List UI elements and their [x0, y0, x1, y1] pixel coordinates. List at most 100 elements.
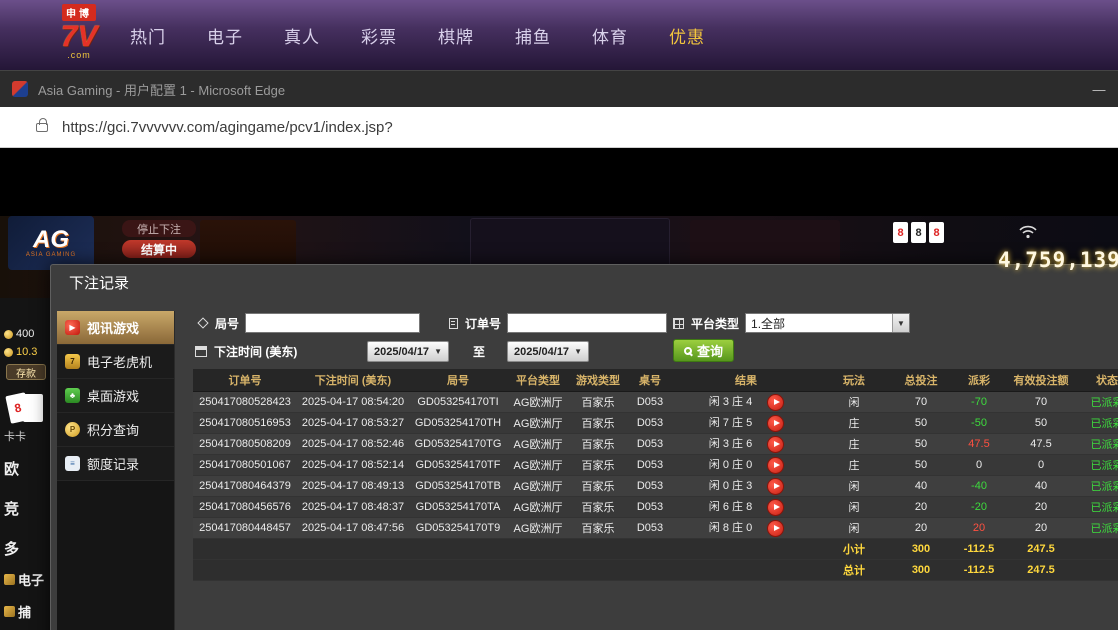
nav-item-lottery[interactable]: 彩票 — [361, 23, 397, 48]
lobby-tab-duo[interactable]: 多 — [4, 538, 19, 559]
nav-item-cards[interactable]: 棋牌 — [438, 23, 474, 48]
nav-item-promos[interactable]: 优惠 — [669, 23, 705, 48]
subtotal-payout: -112.5 — [953, 538, 1005, 559]
round-input[interactable] — [245, 313, 420, 333]
logo-top-text: 申博 — [62, 4, 96, 21]
cell-valid: 50 — [1005, 412, 1077, 433]
table-games-icon: ♣ — [65, 388, 80, 403]
search-icon — [684, 347, 692, 355]
table-row: 2504170805169532025-04-17 08:53:27GD0532… — [193, 412, 1118, 433]
order-input[interactable] — [507, 313, 667, 333]
table-row: 2504170805082092025-04-17 08:52:46GD0532… — [193, 433, 1118, 454]
replay-button[interactable] — [768, 458, 783, 473]
replay-button[interactable] — [768, 395, 783, 410]
cell-payout: -20 — [953, 496, 1005, 517]
replay-button[interactable] — [768, 521, 783, 536]
date-from-picker[interactable]: 2025/04/17 ▼ — [367, 341, 449, 362]
sidebar-item-slot-machines[interactable]: 7 电子老虎机 — [57, 345, 174, 379]
col-round: 局号 — [409, 369, 507, 391]
cell-time: 2025-04-17 08:54:20 — [297, 391, 409, 412]
cell-status: 已派彩 — [1077, 517, 1118, 538]
playing-card: 8 — [929, 222, 944, 243]
playing-card: 8 — [911, 222, 926, 243]
cell-game: 百家乐 — [569, 391, 627, 412]
cell-bet: 50 — [889, 412, 953, 433]
cell-game: 百家乐 — [569, 412, 627, 433]
query-button-wrapper: 查询 — [673, 339, 734, 362]
table-row: 2504170804484572025-04-17 08:47:56GD0532… — [193, 517, 1118, 538]
cell-result: 闲 8 庄 0 — [673, 517, 819, 538]
deposit-button[interactable]: 存款 — [6, 364, 46, 380]
replay-button[interactable] — [768, 437, 783, 452]
lobby-tab-fishing[interactable]: 捕 — [4, 602, 31, 621]
main-nav: 热门 电子 真人 彩票 棋牌 捕鱼 体育 优惠 — [130, 0, 705, 70]
date-from-wrapper: 2025/04/17 ▼ — [367, 341, 449, 362]
stop-betting-label: 停止下注 — [122, 220, 196, 237]
time-label: 下注时间 (美东) — [214, 343, 297, 360]
col-game: 游戏类型 — [569, 369, 627, 391]
cell-game: 百家乐 — [569, 517, 627, 538]
lobby-tab-slots[interactable]: 电子 — [4, 570, 44, 589]
sidebar-item-label: 电子老虎机 — [87, 352, 152, 371]
cell-status: 已派彩 — [1077, 454, 1118, 475]
site-logo[interactable]: 申博 7V .com — [42, 4, 116, 60]
ag-logo-subtext: ASIA GAMING — [26, 252, 76, 258]
sidebar-item-label: 额度记录 — [87, 454, 139, 473]
total-valid-bet: 247.5 — [1005, 559, 1077, 580]
cell-payout: 47.5 — [953, 433, 1005, 454]
nav-item-hot[interactable]: 热门 — [130, 23, 166, 48]
date-from-value: 2025/04/17 — [374, 346, 429, 358]
platform-select[interactable]: 1.全部 ▼ — [745, 313, 910, 333]
cell-table_no: D053 — [627, 496, 673, 517]
address-bar[interactable]: https://gci.7vvvvvv.com/agingame/pcv1/in… — [0, 107, 1118, 148]
lobby-tab-europe[interactable]: 欧 — [4, 458, 19, 479]
nav-item-sports[interactable]: 体育 — [592, 23, 628, 48]
replay-button[interactable] — [768, 500, 783, 515]
lobby-tab-jing[interactable]: 竞 — [4, 498, 19, 519]
cell-platform: AG欧洲厅 — [507, 391, 569, 412]
cell-order: 250417080448457 — [193, 517, 297, 538]
nav-item-fishing[interactable]: 捕鱼 — [515, 23, 551, 48]
minimize-button[interactable]: — — [1084, 71, 1114, 107]
cell-valid: 20 — [1005, 496, 1077, 517]
cell-platform: AG欧洲厅 — [507, 517, 569, 538]
subtotal-spacer — [193, 538, 819, 559]
nav-item-slots[interactable]: 电子 — [207, 23, 243, 48]
total-row: 总计 300 -112.5 247.5 — [193, 559, 1118, 580]
fishing-icon — [4, 606, 15, 617]
cell-valid: 20 — [1005, 517, 1077, 538]
replay-button[interactable] — [768, 416, 783, 431]
cell-play: 庄 — [819, 433, 889, 454]
round-filter: 局号 — [199, 313, 420, 333]
url-text[interactable]: https://gci.7vvvvvv.com/agingame/pcv1/in… — [62, 119, 393, 136]
table-header-row: 订单号 下注时间 (美东) 局号 平台类型 游戏类型 桌号 结果 玩法 总投注 … — [193, 369, 1118, 391]
date-to-picker[interactable]: 2025/04/17 ▼ — [507, 341, 589, 362]
settling-label: 结算中 — [122, 240, 196, 258]
cell-play: 庄 — [819, 412, 889, 433]
card-graphic: 8 — [8, 394, 43, 422]
card-label: 卡卡 — [4, 428, 26, 444]
nav-item-live[interactable]: 真人 — [284, 23, 320, 48]
sidebar-item-table-games[interactable]: ♣ 桌面游戏 — [57, 379, 174, 413]
cell-round: GD053254170TF — [409, 454, 507, 475]
cell-order: 250417080464379 — [193, 475, 297, 496]
sidebar-item-points-inquiry[interactable]: P 积分查询 — [57, 413, 174, 447]
subtotal-row: 小计 300 -112.5 247.5 — [193, 538, 1118, 559]
cell-order: 250417080501067 — [193, 454, 297, 475]
cell-platform: AG欧洲厅 — [507, 454, 569, 475]
cell-round: GD053254170TG — [409, 433, 507, 454]
cell-game: 百家乐 — [569, 475, 627, 496]
sidebar-item-label: 桌面游戏 — [87, 386, 139, 405]
page-favicon-icon — [12, 81, 28, 97]
lobby-tab-label: 捕 — [18, 602, 31, 621]
cell-round: GD053254170TH — [409, 412, 507, 433]
cell-play: 闲 — [819, 391, 889, 412]
cell-valid: 70 — [1005, 391, 1077, 412]
replay-button[interactable] — [768, 479, 783, 494]
cell-order: 250417080456576 — [193, 496, 297, 517]
cell-bet: 40 — [889, 475, 953, 496]
sidebar-item-video-games[interactable]: ▶ 视讯游戏 — [57, 311, 174, 345]
query-button[interactable]: 查询 — [673, 339, 734, 362]
sidebar-item-quota-records[interactable]: ≡ 额度记录 — [57, 447, 174, 481]
subtotal-status-spacer — [1077, 538, 1118, 559]
